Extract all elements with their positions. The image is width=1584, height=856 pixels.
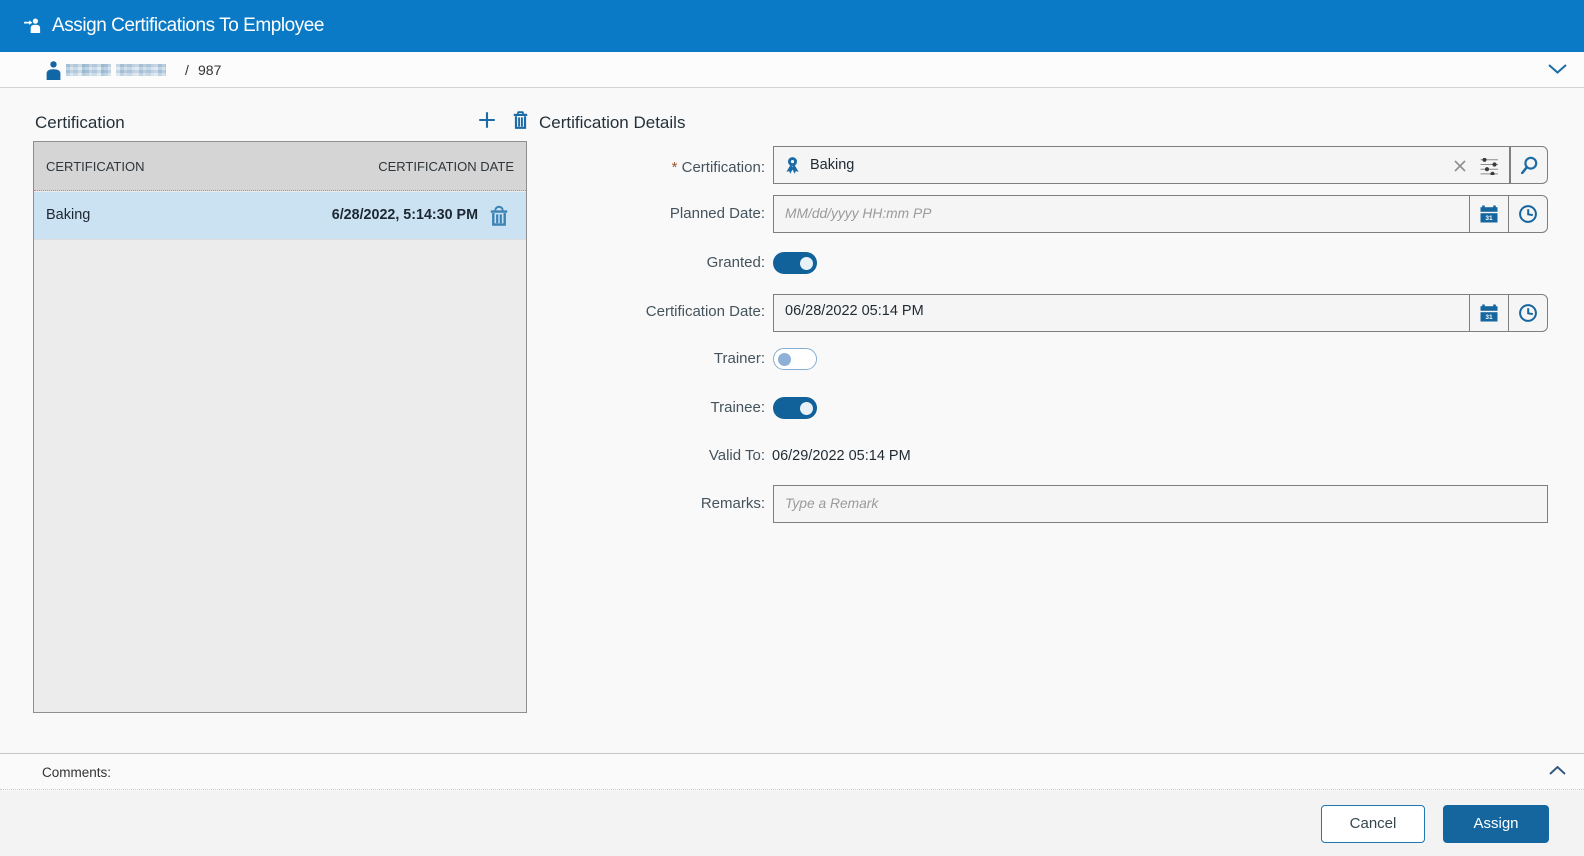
svg-text:31: 31: [1485, 215, 1493, 222]
svg-text:31: 31: [1485, 314, 1493, 321]
